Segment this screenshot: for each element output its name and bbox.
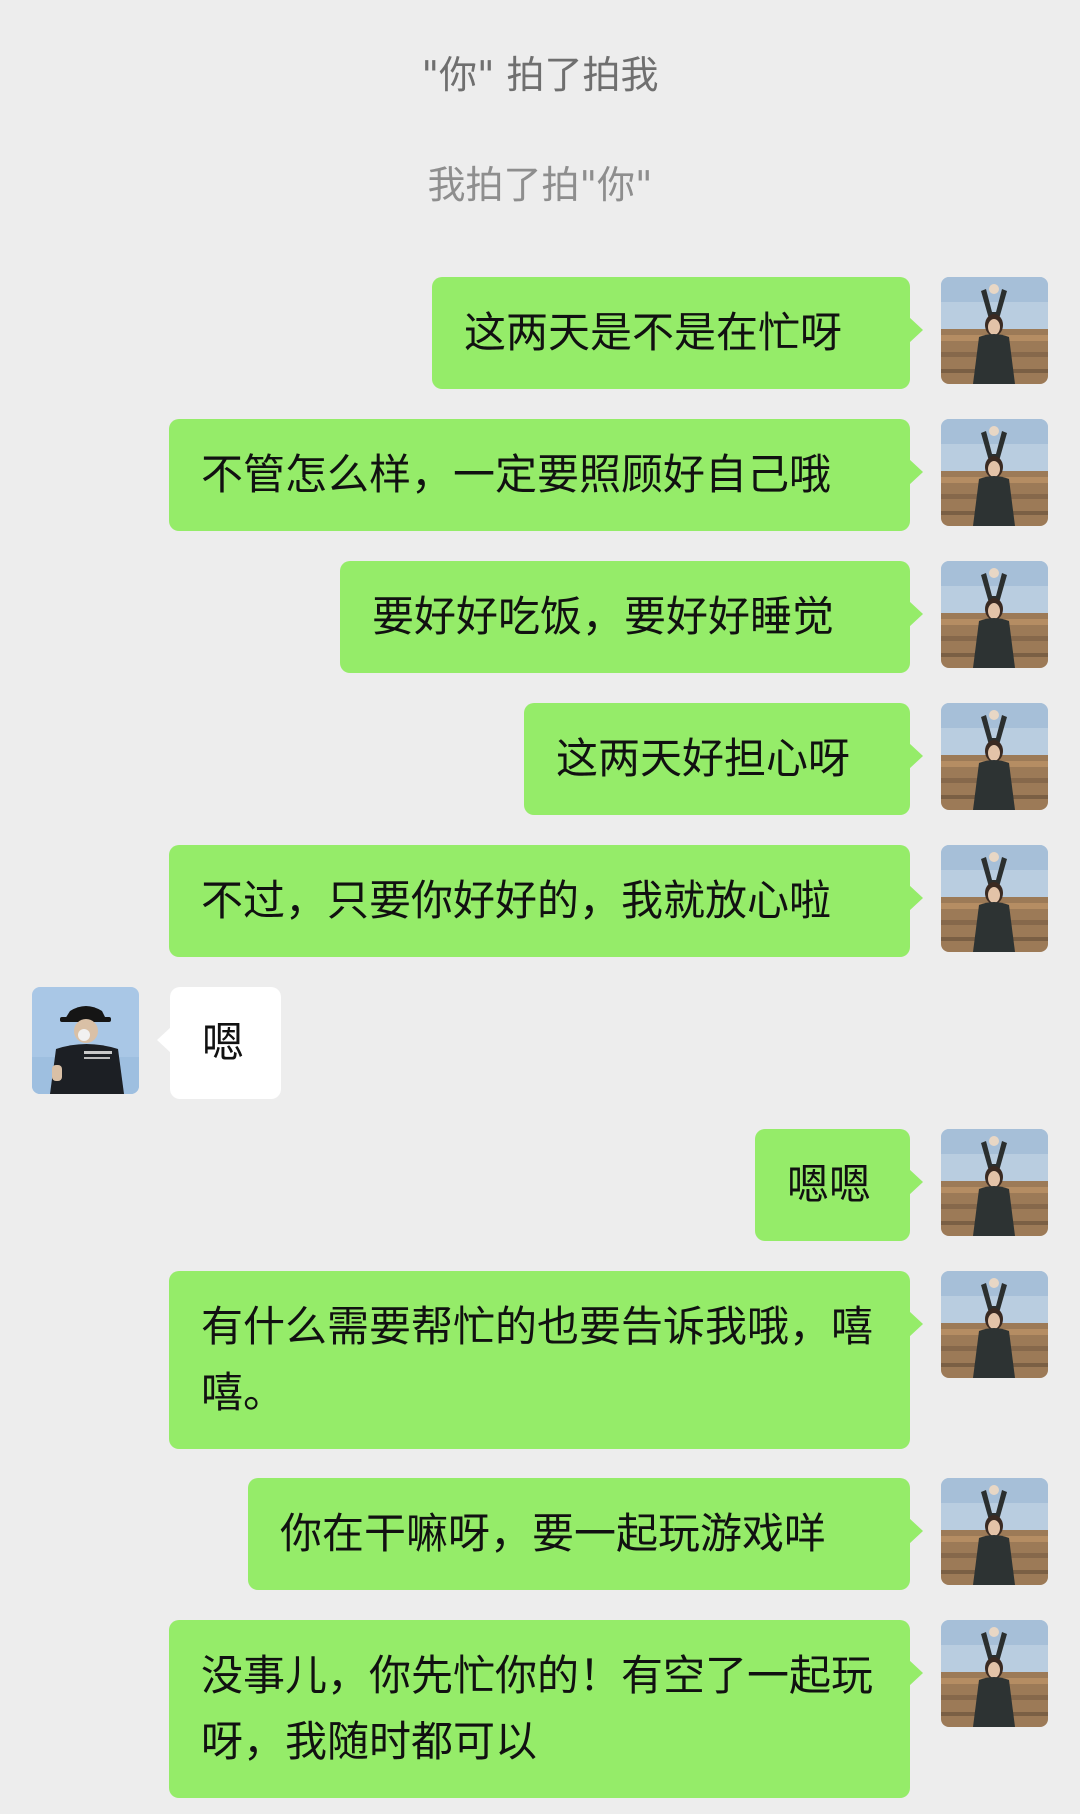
my-avatar[interactable] — [941, 845, 1048, 952]
avatar-girl-icon — [941, 1478, 1048, 1585]
avatar-man-icon — [32, 987, 139, 1094]
message-bubble-sent[interactable]: 不过，只要你好好的，我就放心啦 — [169, 845, 923, 957]
message-bubble-sent[interactable]: 你在干嘛呀，要一起玩游戏咩 — [248, 1478, 923, 1590]
pat-notice-sent: 我拍了拍"你" — [427, 163, 653, 207]
message-bubble-sent[interactable]: 有什么需要帮忙的也要告诉我哦，嘻嘻。 — [169, 1271, 923, 1449]
avatar-girl-icon — [941, 1129, 1048, 1236]
contact-avatar[interactable] — [32, 987, 139, 1094]
avatar-girl-icon — [941, 703, 1048, 810]
my-avatar[interactable] — [941, 277, 1048, 384]
avatar-girl-icon — [941, 1620, 1048, 1727]
message-bubble-sent[interactable]: 没事儿，你先忙你的！有空了一起玩呀，我随时都可以 — [169, 1620, 923, 1798]
my-avatar[interactable] — [941, 1478, 1048, 1585]
my-avatar[interactable] — [941, 1271, 1048, 1378]
message-bubble-sent[interactable]: 嗯嗯 — [755, 1129, 923, 1241]
message-bubble-sent[interactable]: 不管怎么样，一定要照顾好自己哦 — [169, 419, 923, 531]
my-avatar[interactable] — [941, 1620, 1048, 1727]
message-bubble-sent[interactable]: 这两天好担心呀 — [524, 703, 923, 815]
avatar-girl-icon — [941, 419, 1048, 526]
avatar-girl-icon — [941, 277, 1048, 384]
avatar-girl-icon — [941, 845, 1048, 952]
avatar-girl-icon — [941, 1271, 1048, 1378]
message-bubble-received[interactable]: 嗯 — [157, 987, 281, 1099]
message-bubble-sent[interactable]: 这两天是不是在忙呀 — [432, 277, 923, 389]
avatar-girl-icon — [941, 561, 1048, 668]
my-avatar[interactable] — [941, 561, 1048, 668]
my-avatar[interactable] — [941, 1129, 1048, 1236]
pat-notice-received: "你" 拍了拍我 — [421, 53, 659, 97]
my-avatar[interactable] — [941, 419, 1048, 526]
my-avatar[interactable] — [941, 703, 1048, 810]
message-bubble-sent[interactable]: 要好好吃饭，要好好睡觉 — [340, 561, 923, 673]
